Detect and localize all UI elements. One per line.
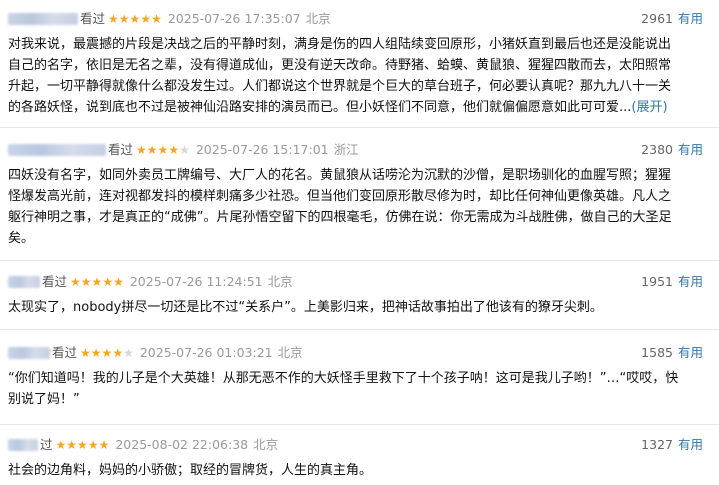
review-meta: 看过 ★★★★★ 2025-07-26 01:03:21 北京 1585 有用: [8, 344, 711, 362]
review-timestamp: 2025-07-26 17:35:07: [167, 11, 301, 26]
review-location: 北京: [305, 11, 331, 26]
star-filled-icon: ★: [112, 346, 124, 360]
review-item: 看过 ★★★★★ 2025-07-26 01:03:21 北京 1585 有用 “你们知…: [0, 344, 719, 410]
review-location: 北京: [267, 274, 293, 289]
blurred-username: [8, 276, 40, 288]
useful-count: 1327: [641, 437, 673, 452]
divider: [0, 260, 719, 261]
review-item: 过 ★★★★★ 2025-08-02 22:06:38 北京 1327 有用 社会的边角…: [0, 436, 719, 481]
useful-count: 2961: [641, 11, 673, 26]
review-text: 太现实了，nobody拼尽一切还是比不过“关系户”。上美影归来，把神话故事拍出了…: [8, 297, 680, 318]
expand-link[interactable]: (展开): [631, 100, 667, 115]
username[interactable]: [8, 10, 78, 28]
rating-stars: ★★★★★: [108, 12, 162, 26]
star-filled-icon: ★: [80, 275, 92, 289]
watched-label: 看过: [52, 345, 78, 360]
useful-count: 1951: [641, 274, 673, 289]
blurred-username: [8, 439, 38, 451]
review-content: 四妖没有名字，如同外卖员工牌编号、大厂人的花名。黄鼠狼从话唠沦为沉默的沙僧，是职…: [8, 168, 672, 246]
blurred-username: [8, 144, 106, 156]
review-item: 看过 ★★★★★ 2025-07-26 17:35:07 北京 2961 有用 对我来说…: [0, 10, 719, 118]
useful-button[interactable]: 有用: [678, 345, 703, 360]
divider: [0, 127, 719, 128]
review-content: 太现实了，nobody拼尽一切还是比不过“关系户”。上美影归来，把神话故事拍出了…: [8, 300, 603, 315]
review-text: 社会的边角料，妈妈的小骄傲；取经的冒牌货，人生的真主角。: [8, 460, 680, 481]
username[interactable]: [8, 436, 38, 454]
watched-label: 看过: [108, 142, 134, 157]
watched-label: 过: [40, 437, 53, 452]
review-meta: 过 ★★★★★ 2025-08-02 22:06:38 北京 1327 有用: [8, 436, 711, 454]
review-text: 对我来说，最震撼的片段是决战之后的平静时刻，满身是伤的四人组陆续变回原形，小猪妖…: [8, 34, 680, 118]
blurred-username: [8, 347, 50, 359]
star-filled-icon: ★: [140, 12, 152, 26]
star-filled-icon: ★: [98, 438, 110, 452]
star-filled-icon: ★: [151, 12, 162, 26]
star-empty-icon: ★: [179, 143, 190, 157]
star-filled-icon: ★: [102, 275, 114, 289]
star-filled-icon: ★: [55, 438, 67, 452]
useful-button[interactable]: 有用: [678, 11, 703, 26]
username[interactable]: [8, 273, 40, 291]
watched-label: 看过: [42, 274, 68, 289]
review-item: 看过 ★★★★★ 2025-07-26 15:17:01 浙江 2380 有用 四妖没有…: [0, 141, 719, 249]
star-filled-icon: ★: [157, 143, 169, 157]
review-content: “你们知道吗！我的儿子是个大英雄！从那无恶不作的大妖怪手里救下了十个孩子呐！这可…: [8, 371, 679, 407]
review-meta: 看过 ★★★★★ 2025-07-26 15:17:01 浙江 2380 有用: [8, 141, 711, 159]
star-filled-icon: ★: [136, 143, 147, 157]
review-location: 北京: [277, 345, 303, 360]
review-timestamp: 2025-07-26 01:03:21: [139, 345, 273, 360]
username[interactable]: [8, 141, 106, 159]
star-filled-icon: ★: [168, 143, 180, 157]
star-filled-icon: ★: [77, 438, 88, 452]
star-empty-icon: ★: [123, 346, 134, 360]
useful-count: 1585: [641, 345, 673, 360]
star-filled-icon: ★: [108, 12, 119, 26]
star-filled-icon: ★: [90, 346, 102, 360]
rating-stars: ★★★★★: [70, 275, 124, 289]
divider: [0, 329, 719, 330]
review-text: 四妖没有名字，如同外卖员工牌编号、大厂人的花名。黄鼠狼从话唠沦为沉默的沙僧，是职…: [8, 165, 680, 249]
review-timestamp: 2025-07-26 11:24:51: [129, 274, 263, 289]
review-content: 对我来说，最震撼的片段是决战之后的平静时刻，满身是伤的四人组陆续变回原形，小猪妖…: [8, 37, 672, 115]
review-text: “你们知道吗！我的儿子是个大英雄！从那无恶不作的大妖怪手里救下了十个孩子呐！这可…: [8, 368, 680, 410]
rating-stars: ★★★★★: [136, 143, 190, 157]
review-meta: 看过 ★★★★★ 2025-07-26 17:35:07 北京 2961 有用: [8, 10, 711, 28]
review-feed: 看过 ★★★★★ 2025-07-26 17:35:07 北京 2961 有用 对我来说…: [0, 0, 719, 485]
review-timestamp: 2025-07-26 15:17:01: [195, 142, 329, 157]
star-filled-icon: ★: [101, 346, 113, 360]
blurred-username: [8, 13, 78, 25]
username[interactable]: [8, 344, 50, 362]
review-location: 北京: [253, 437, 279, 452]
useful-button[interactable]: 有用: [678, 274, 703, 289]
watched-label: 看过: [80, 11, 106, 26]
star-filled-icon: ★: [87, 438, 99, 452]
star-filled-icon: ★: [91, 275, 103, 289]
rating-stars: ★★★★★: [80, 346, 134, 360]
review-timestamp: 2025-08-02 22:06:38: [115, 437, 249, 452]
useful-button[interactable]: 有用: [678, 142, 703, 157]
star-filled-icon: ★: [118, 12, 130, 26]
useful-button[interactable]: 有用: [678, 437, 703, 452]
review-content: 社会的边角料，妈妈的小骄傲；取经的冒牌货，人生的真主角。: [8, 463, 373, 478]
star-filled-icon: ★: [66, 438, 78, 452]
star-filled-icon: ★: [70, 275, 81, 289]
divider: [0, 424, 719, 425]
star-filled-icon: ★: [129, 12, 141, 26]
star-filled-icon: ★: [80, 346, 91, 360]
review-location: 浙江: [333, 142, 359, 157]
rating-stars: ★★★★★: [56, 438, 110, 452]
star-filled-icon: ★: [146, 143, 158, 157]
review-meta: 看过 ★★★★★ 2025-07-26 11:24:51 北京 1951 有用: [8, 273, 711, 291]
useful-count: 2380: [641, 142, 673, 157]
review-item: 看过 ★★★★★ 2025-07-26 11:24:51 北京 1951 有用 太现实了…: [0, 273, 719, 318]
star-filled-icon: ★: [113, 275, 124, 289]
